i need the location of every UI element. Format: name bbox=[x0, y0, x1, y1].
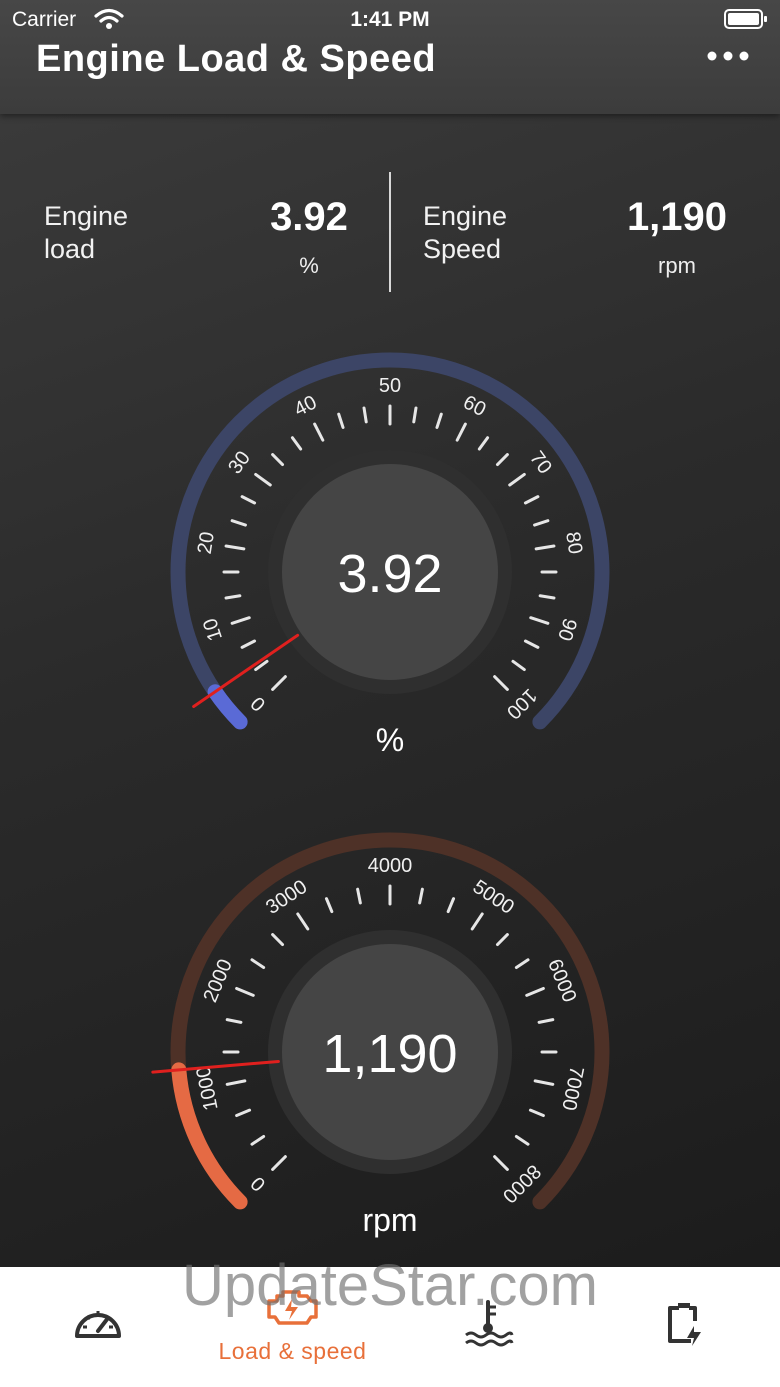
rpm-gauge-minor-tick bbox=[235, 1108, 252, 1118]
watermark-text: UpdateStar.com bbox=[182, 1253, 598, 1318]
rpm-gauge-major-tick bbox=[525, 986, 545, 997]
load-gauge-minor-tick bbox=[523, 639, 540, 649]
load-gauge-tick-label: 30 bbox=[224, 447, 255, 478]
load-gauge-minor-tick bbox=[230, 519, 247, 527]
load-gauge-major-tick bbox=[313, 422, 325, 442]
load-gauge-major-tick bbox=[254, 472, 272, 487]
rpm-gauge-major-tick bbox=[470, 912, 484, 931]
load-gauge-minor-tick bbox=[533, 519, 550, 527]
load-gauge-minor-tick bbox=[523, 495, 540, 505]
engine-speed-label-line1: Engine bbox=[423, 201, 508, 231]
rpm-gauge-major-tick bbox=[493, 1155, 509, 1171]
readout-divider bbox=[389, 172, 391, 292]
rpm-gauge-tick-label: 4000 bbox=[368, 855, 413, 877]
load-gauge-minor-tick bbox=[337, 412, 345, 429]
load-gauge-minor-tick bbox=[511, 659, 526, 672]
rpm-gauge-tick-label: 0 bbox=[247, 1172, 270, 1195]
engine-load-label: Engine load bbox=[44, 200, 184, 266]
more-options-icon[interactable] bbox=[704, 44, 752, 68]
engine-speed-label: Engine Speed bbox=[423, 200, 563, 266]
rpm-gauge-minor-tick bbox=[528, 1108, 545, 1118]
rpm-gauge-minor-tick bbox=[250, 1134, 266, 1146]
rpm-gauge-minor-tick bbox=[356, 887, 362, 905]
rpm-gauge-tick-label: 1000 bbox=[192, 1064, 222, 1112]
load-gauge-minor-tick bbox=[240, 639, 257, 649]
rpm-gauge-value-text: 1,190 bbox=[322, 1024, 457, 1084]
rpm-gauge-minor-tick bbox=[418, 887, 424, 905]
engine-load-label-line1: Engine bbox=[44, 201, 129, 231]
load-gauge-major-tick bbox=[529, 616, 550, 625]
load-gauge-major-tick bbox=[508, 472, 526, 487]
engine-load-gauge: 01020304050607080901003.92% bbox=[170, 352, 610, 758]
load-gauge-minor-tick bbox=[495, 453, 509, 467]
rpm-gauge-major-tick bbox=[296, 912, 310, 931]
load-gauge-minor-tick bbox=[271, 453, 285, 467]
load-gauge-major-tick bbox=[271, 675, 287, 691]
rpm-gauge-minor-tick bbox=[324, 897, 334, 914]
load-gauge-tick-label: 10 bbox=[199, 615, 227, 643]
engine-speed-value: 1,190 bbox=[626, 195, 728, 239]
engine-load-label-line2: load bbox=[44, 234, 96, 264]
load-gauge-major-tick bbox=[493, 675, 509, 691]
load-gauge-minor-tick bbox=[240, 495, 257, 505]
load-gauge-major-tick bbox=[230, 616, 251, 625]
rpm-gauge-major-tick bbox=[533, 1079, 555, 1086]
engine-load-unit: % bbox=[299, 253, 319, 278]
tab-load-speed-label: Load & speed bbox=[218, 1338, 367, 1364]
load-gauge-major-tick bbox=[224, 544, 246, 551]
rpm-gauge-minor-tick bbox=[495, 933, 509, 947]
rpm-gauge-minor-tick bbox=[514, 1134, 530, 1146]
load-gauge-fill bbox=[207, 684, 248, 730]
engine-speed-unit: rpm bbox=[658, 253, 696, 278]
engine-speed-label-line2: Speed bbox=[423, 234, 502, 264]
load-gauge-minor-tick bbox=[477, 436, 490, 451]
rpm-gauge-minor-tick bbox=[537, 1018, 555, 1024]
load-gauge-major-tick bbox=[534, 544, 556, 551]
load-gauge-tick-label: 80 bbox=[561, 530, 586, 555]
rpm-gauge-minor-tick bbox=[250, 958, 266, 970]
rpm-gauge-minor-tick bbox=[225, 1018, 243, 1024]
rpm-gauge-tick-label: 7000 bbox=[557, 1064, 587, 1112]
rpm-gauge-unit-text: rpm bbox=[362, 1202, 417, 1238]
load-gauge-tick-label: 20 bbox=[194, 530, 219, 555]
load-gauge-tick-label: 70 bbox=[525, 447, 556, 478]
rpm-gauge-major-tick bbox=[235, 986, 255, 997]
load-gauge-tick-label: 60 bbox=[460, 391, 490, 421]
load-gauge-minor-tick bbox=[412, 406, 418, 424]
load-gauge-minor-tick bbox=[362, 406, 368, 424]
load-gauge-tick-label: 90 bbox=[553, 615, 581, 643]
battery-icon bbox=[724, 9, 767, 29]
load-gauge-minor-tick bbox=[290, 436, 303, 451]
status-bar: Carrier 1:41 PM bbox=[0, 0, 780, 40]
load-gauge-value-text: 3.92 bbox=[337, 544, 442, 604]
nav-header: Carrier 1:41 PM Engine Load & Speed bbox=[0, 0, 780, 114]
rpm-gauge-major-tick bbox=[225, 1079, 247, 1086]
load-gauge-unit-text: % bbox=[376, 722, 404, 758]
load-gauge-minor-tick bbox=[224, 594, 242, 600]
rpm-gauge-minor-tick bbox=[271, 933, 285, 947]
load-gauge-major-tick bbox=[455, 422, 467, 442]
load-gauge-tick-label: 40 bbox=[291, 391, 321, 421]
load-gauge-minor-tick bbox=[435, 412, 443, 429]
rpm-gauge-minor-tick bbox=[446, 897, 456, 914]
load-gauge-tick-label: 50 bbox=[379, 375, 401, 397]
page-title: Engine Load & Speed bbox=[36, 38, 437, 80]
rpm-gauge-minor-tick bbox=[514, 958, 530, 970]
load-gauge-minor-tick bbox=[538, 594, 556, 600]
load-gauge-tick-label: 0 bbox=[247, 692, 270, 715]
rpm-gauge-major-tick bbox=[271, 1155, 287, 1171]
status-time: 1:41 PM bbox=[350, 8, 430, 31]
engine-load-value: 3.92 bbox=[270, 195, 348, 239]
engine-rpm-gauge: 0100020003000400050006000700080001,190rp… bbox=[151, 832, 610, 1238]
